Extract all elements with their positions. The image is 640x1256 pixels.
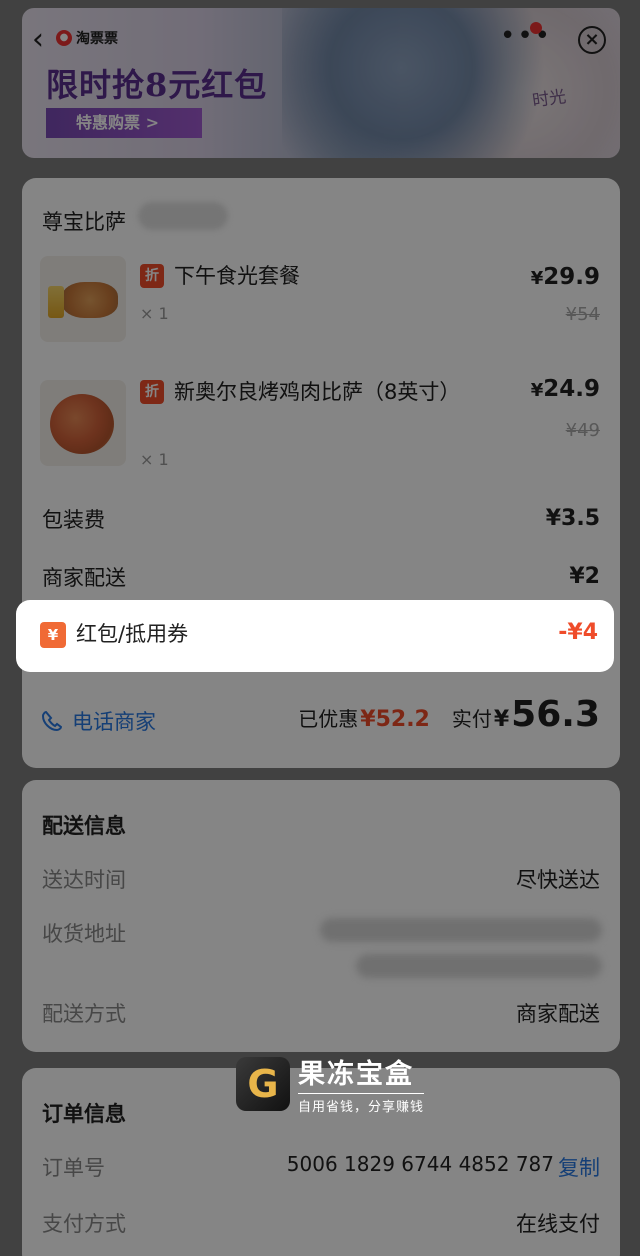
order-number-label: 订单号	[42, 1156, 105, 1180]
watermark-slogan: 自用省钱，分享赚钱	[298, 1093, 425, 1115]
paid-total: 56.3	[511, 694, 600, 735]
delivery-fee-value: ¥2	[569, 564, 600, 589]
watermark: G 果冻宝盒 自用省钱，分享赚钱	[236, 1052, 425, 1115]
banner-headline: 限时抢8元红包	[46, 66, 268, 104]
coupon-label: 红包/抵用券	[76, 622, 189, 646]
packaging-fee-value: ¥3.5	[545, 506, 600, 531]
call-merchant-label: 电话商家	[72, 710, 156, 734]
order-number-value: 5006 1829 6744 4852 787	[286, 1152, 554, 1176]
item-qty: × 1	[140, 304, 169, 323]
item-name: 下午食光套餐	[174, 264, 300, 288]
watermark-title: 果冻宝盒	[298, 1059, 414, 1090]
ticket-logo-icon: ●	[56, 30, 72, 46]
promo-banner[interactable]: ‹ ● 淘票票 限时抢8元红包 特惠购票 > 时光 ••• ×	[22, 8, 620, 158]
delivery-method-label: 配送方式	[42, 1002, 126, 1026]
app-logo: ● 淘票票	[56, 28, 118, 48]
delivery-info-title: 配送信息	[42, 814, 126, 838]
delivery-info-card: 配送信息 送达时间 尽快送达 收货地址 配送方式 商家配送	[22, 780, 620, 1052]
item-name: 新奥尔良烤鸡肉比萨（8英寸）	[174, 380, 461, 404]
payment-method-label: 支付方式	[42, 1212, 126, 1236]
phone-icon	[41, 710, 63, 732]
payment-method-value: 在线支付	[516, 1212, 600, 1236]
close-icon[interactable]: ×	[578, 26, 606, 54]
notification-dot	[530, 22, 542, 34]
discount-value: ¥52.2	[360, 707, 430, 732]
item-original-price: ¥49	[565, 420, 600, 441]
more-icon[interactable]: •••	[500, 23, 552, 49]
copy-button[interactable]: 复制	[558, 1152, 600, 1182]
payment-summary: 已优惠 ¥52.2 实付 ¥ 56.3	[298, 694, 600, 735]
delivery-time-label: 送达时间	[42, 868, 126, 892]
call-merchant-button[interactable]: 电话商家	[40, 706, 156, 736]
banner-photo	[282, 8, 620, 158]
item-qty: × 1	[140, 450, 169, 469]
delivery-fee-label: 商家配送	[42, 566, 126, 590]
item-original-price: ¥54	[565, 304, 600, 325]
packaging-fee-label: 包装费	[42, 508, 105, 532]
delivery-method-value: 商家配送	[516, 1002, 600, 1026]
discount-badge: 折	[140, 264, 164, 288]
coupon-value: -¥4	[558, 620, 598, 645]
order-info-title: 订单信息	[42, 1102, 126, 1126]
item-image[interactable]	[40, 256, 126, 342]
watermark-logo: G	[236, 1056, 290, 1111]
shop-name[interactable]: 尊宝比萨	[42, 206, 126, 236]
address-label: 收货地址	[42, 922, 126, 946]
delivery-time-value: 尽快送达	[516, 868, 600, 892]
item-price: ¥24.9	[530, 376, 600, 402]
item-image[interactable]	[40, 380, 126, 466]
buy-ticket-button[interactable]: 特惠购票 >	[46, 108, 202, 138]
coupon-yen-icon: ¥	[40, 622, 66, 648]
address-blurred	[356, 954, 602, 978]
shop-name-blur	[138, 202, 228, 230]
coupon-row[interactable]: ¥ 红包/抵用券 -¥4	[16, 600, 614, 672]
address-blurred	[320, 918, 602, 942]
item-price: ¥29.9	[530, 264, 600, 290]
back-icon[interactable]: ‹	[32, 25, 58, 56]
order-card: 尊宝比萨 折 下午食光套餐 × 1 ¥29.9 ¥54 折 新奥尔良烤鸡肉比萨（…	[22, 178, 620, 768]
discount-badge: 折	[140, 380, 164, 404]
